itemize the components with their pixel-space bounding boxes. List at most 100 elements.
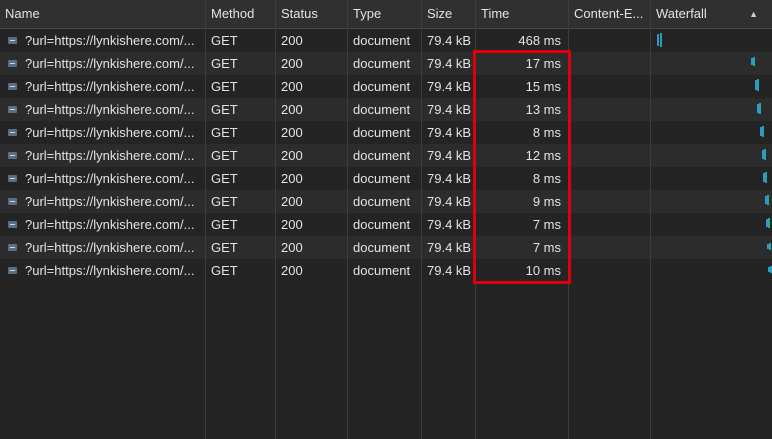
request-content-encoding-cell: [569, 75, 650, 98]
document-icon: [8, 221, 17, 228]
request-time-cell: 9 ms: [532, 194, 561, 209]
request-size-cell: 79.4 kB: [427, 171, 472, 186]
request-status-cell: 200: [281, 217, 303, 232]
request-size-cell: 79.4 kB: [427, 217, 472, 232]
request-name-cell[interactable]: ?url=https://lynkishere.com/...: [0, 213, 205, 236]
request-status-cell: 200: [281, 171, 303, 186]
request-name: ?url=https://lynkishere.com/...: [25, 240, 195, 255]
document-icon: [8, 60, 17, 67]
request-name-cell[interactable]: ?url=https://lynkishere.com/...: [0, 144, 205, 167]
request-method-cell: GET: [211, 33, 238, 48]
request-size-cell: 79.4 kB: [427, 125, 472, 140]
column-divider[interactable]: [568, 0, 569, 439]
request-row[interactable]: ?url=https://lynkishere.com/... GET 200 doc…: [0, 29, 772, 52]
request-time-cell: 17 ms: [525, 56, 561, 71]
request-time-cell: 468 ms: [518, 33, 561, 48]
request-list: ?url=https://lynkishere.com/... GET 200 doc…: [0, 29, 772, 282]
request-size-cell: 79.4 kB: [427, 56, 472, 71]
column-divider[interactable]: [205, 0, 206, 439]
column-divider[interactable]: [275, 0, 276, 439]
request-method-cell: GET: [211, 171, 238, 186]
request-content-encoding-cell: [569, 167, 650, 190]
request-row[interactable]: ?url=https://lynkishere.com/... GET 200 doc…: [0, 75, 772, 98]
waterfall-bar[interactable]: [657, 34, 659, 46]
request-name-cell[interactable]: ?url=https://lynkishere.com/...: [0, 75, 205, 98]
request-row[interactable]: ?url=https://lynkishere.com/... GET 200 doc…: [0, 167, 772, 190]
request-content-encoding-cell: [569, 213, 650, 236]
request-name-cell[interactable]: ?url=https://lynkishere.com/...: [0, 52, 205, 75]
request-status-cell: 200: [281, 263, 303, 278]
waterfall-bar[interactable]: [769, 243, 771, 250]
request-name: ?url=https://lynkishere.com/...: [25, 102, 195, 117]
column-header-time[interactable]: Time: [476, 0, 569, 28]
column-header-size[interactable]: Size: [422, 0, 476, 28]
waterfall-bar[interactable]: [753, 57, 755, 66]
sort-ascending-icon[interactable]: ▲: [749, 0, 758, 28]
request-size-cell: 79.4 kB: [427, 79, 472, 94]
column-header-type[interactable]: Type: [348, 0, 422, 28]
request-content-encoding-cell: [569, 236, 650, 259]
request-row[interactable]: ?url=https://lynkishere.com/... GET 200 doc…: [0, 98, 772, 121]
request-name-cell[interactable]: ?url=https://lynkishere.com/...: [0, 167, 205, 190]
request-time-cell: 7 ms: [532, 240, 561, 255]
request-name: ?url=https://lynkishere.com/...: [25, 171, 195, 186]
request-status-cell: 200: [281, 148, 303, 163]
request-method-cell: GET: [211, 148, 238, 163]
request-content-encoding-cell: [569, 29, 650, 52]
request-row[interactable]: ?url=https://lynkishere.com/... GET 200 doc…: [0, 52, 772, 75]
waterfall-bar[interactable]: [767, 195, 769, 205]
request-content-encoding-cell: [569, 121, 650, 144]
document-icon: [8, 198, 17, 205]
waterfall-bar[interactable]: [759, 103, 761, 114]
request-time-cell: 8 ms: [532, 125, 561, 140]
waterfall-bar[interactable]: [768, 218, 770, 228]
request-name-cell[interactable]: ?url=https://lynkishere.com/...: [0, 190, 205, 213]
request-row[interactable]: ?url=https://lynkishere.com/... GET 200 doc…: [0, 144, 772, 167]
column-header-status[interactable]: Status: [276, 0, 348, 28]
waterfall-bar[interactable]: [765, 172, 767, 183]
request-name-cell[interactable]: ?url=https://lynkishere.com/...: [0, 29, 205, 52]
request-content-encoding-cell: [569, 144, 650, 167]
request-size-cell: 79.4 kB: [427, 148, 472, 163]
waterfall-bar[interactable]: [660, 33, 662, 47]
request-status-cell: 200: [281, 194, 303, 209]
request-name-cell[interactable]: ?url=https://lynkishere.com/...: [0, 121, 205, 144]
request-type-cell: document: [353, 263, 411, 278]
request-row[interactable]: ?url=https://lynkishere.com/... GET 200 doc…: [0, 236, 772, 259]
request-content-encoding-cell: [569, 52, 650, 75]
request-status-cell: 200: [281, 102, 303, 117]
request-row[interactable]: ?url=https://lynkishere.com/... GET 200 doc…: [0, 190, 772, 213]
column-divider[interactable]: [347, 0, 348, 439]
request-type-cell: document: [353, 33, 411, 48]
request-name-cell[interactable]: ?url=https://lynkishere.com/...: [0, 259, 205, 282]
waterfall-bar[interactable]: [764, 149, 766, 160]
document-icon: [8, 37, 17, 44]
column-divider[interactable]: [650, 0, 651, 439]
request-method-cell: GET: [211, 263, 238, 278]
column-header-name[interactable]: Name: [0, 0, 206, 28]
request-row[interactable]: ?url=https://lynkishere.com/... GET 200 doc…: [0, 121, 772, 144]
request-row[interactable]: ?url=https://lynkishere.com/... GET 200 doc…: [0, 213, 772, 236]
request-row[interactable]: ?url=https://lynkishere.com/... GET 200 doc…: [0, 259, 772, 282]
document-icon: [8, 152, 17, 159]
request-method-cell: GET: [211, 102, 238, 117]
document-icon: [8, 106, 17, 113]
request-name-cell[interactable]: ?url=https://lynkishere.com/...: [0, 98, 205, 121]
request-size-cell: 79.4 kB: [427, 33, 472, 48]
request-type-cell: document: [353, 240, 411, 255]
request-method-cell: GET: [211, 125, 238, 140]
request-time-cell: 10 ms: [525, 263, 561, 278]
request-size-cell: 79.4 kB: [427, 194, 472, 209]
request-name-cell[interactable]: ?url=https://lynkishere.com/...: [0, 236, 205, 259]
waterfall-bar[interactable]: [762, 126, 764, 137]
waterfall-bar[interactable]: [757, 79, 759, 91]
request-name: ?url=https://lynkishere.com/...: [25, 217, 195, 232]
document-icon: [8, 129, 17, 136]
column-header-content-encoding[interactable]: Content-E...: [569, 0, 651, 28]
request-time-cell: 15 ms: [525, 79, 561, 94]
request-type-cell: document: [353, 148, 411, 163]
request-content-encoding-cell: [569, 98, 650, 121]
column-divider[interactable]: [475, 0, 476, 439]
column-divider[interactable]: [421, 0, 422, 439]
column-header-method[interactable]: Method: [206, 0, 276, 28]
